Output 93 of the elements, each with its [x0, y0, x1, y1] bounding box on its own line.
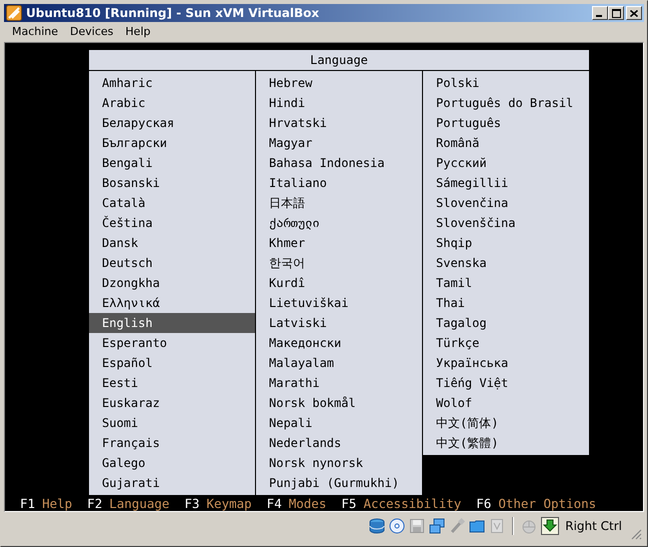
function-key: F1 [20, 496, 36, 511]
language-option[interactable]: Bahasa Indonesia [256, 153, 422, 173]
keyboard-capture-icon[interactable] [541, 517, 560, 535]
function-key: F4 [266, 496, 282, 511]
function-key: F5 [341, 496, 356, 511]
language-option[interactable]: Sámegillii [423, 173, 589, 193]
language-option[interactable]: Dzongkha [89, 273, 255, 293]
language-option[interactable]: Türkçe [423, 333, 589, 353]
language-option[interactable]: Hebrew [256, 73, 422, 93]
language-option[interactable]: Hrvatski [256, 113, 422, 133]
resize-grip-icon[interactable] [630, 528, 642, 540]
language-option[interactable]: Thai [423, 293, 589, 313]
language-option[interactable]: Українська [423, 353, 589, 373]
language-option[interactable]: Français [89, 433, 255, 453]
function-key: F2 [87, 496, 102, 511]
language-option[interactable]: English [89, 313, 255, 333]
language-option[interactable]: Norsk nynorsk [256, 453, 422, 473]
language-option[interactable]: Nederlands [256, 433, 422, 453]
language-option[interactable]: Wolof [423, 393, 589, 413]
language-option[interactable]: Amharic [89, 73, 255, 93]
host-key-label: Right Ctrl [565, 519, 622, 533]
language-option[interactable]: Nepali [256, 413, 422, 433]
dialog-title: Language [310, 53, 368, 67]
language-option[interactable]: Català [89, 193, 255, 213]
function-key-label[interactable]: Modes [288, 496, 326, 511]
language-option[interactable]: 中文(简体) [423, 413, 589, 433]
menu-item[interactable]: Help [119, 25, 156, 38]
window-title: Ubuntu810 [Running] - Sun xVM VirtualBox [26, 6, 320, 20]
maximize-button[interactable] [608, 6, 624, 20]
function-key-label[interactable]: Language [109, 496, 170, 511]
language-option[interactable]: Български [89, 133, 255, 153]
language-option[interactable]: Magyar [256, 133, 422, 153]
function-key-label[interactable]: Keymap [206, 496, 252, 511]
language-option[interactable]: Slovenščina [423, 213, 589, 233]
network-icon[interactable] [429, 518, 446, 534]
function-key-label[interactable]: Other Options [498, 496, 596, 511]
language-option[interactable]: Slovenčina [423, 193, 589, 213]
language-option[interactable]: Português [423, 113, 589, 133]
language-option[interactable]: Polski [423, 73, 589, 93]
language-option[interactable]: Português do Brasil [423, 93, 589, 113]
language-option[interactable]: Bengali [89, 153, 255, 173]
language-option[interactable]: Marathi [256, 373, 422, 393]
app-icon [6, 5, 22, 21]
language-option[interactable]: Čeština [89, 213, 255, 233]
language-option[interactable]: Punjabi (Gurmukhi) [256, 473, 422, 493]
function-key-label[interactable]: Accessibility [363, 496, 462, 511]
language-option[interactable]: Ελληνικά [89, 293, 255, 313]
language-option[interactable]: Deutsch [89, 253, 255, 273]
language-option[interactable]: Română [423, 133, 589, 153]
function-key-label[interactable]: Help [42, 496, 72, 511]
language-option[interactable]: Latviski [256, 313, 422, 333]
language-option[interactable]: Svenska [423, 253, 589, 273]
language-option[interactable]: Italiano [256, 173, 422, 193]
language-option[interactable]: Gujarati [89, 473, 255, 493]
language-option[interactable]: Khmer [256, 233, 422, 253]
language-option[interactable]: Tiếng Việt [423, 373, 589, 393]
language-option[interactable]: Shqip [423, 233, 589, 253]
menu-item[interactable]: Machine [6, 25, 64, 38]
disc-icon[interactable] [389, 518, 406, 534]
vm-screen[interactable] [4, 42, 644, 512]
maximize-icon [612, 8, 620, 18]
language-option[interactable]: Dansk [89, 233, 255, 253]
language-option[interactable]: Galego [89, 453, 255, 473]
function-key: F3 [184, 496, 200, 511]
language-option[interactable]: Lietuviškai [256, 293, 422, 313]
language-option[interactable]: Bosanski [89, 173, 255, 193]
language-option[interactable]: Malayalam [256, 353, 422, 373]
menu-item[interactable]: Devices [64, 25, 120, 38]
close-button[interactable] [626, 6, 642, 20]
language-option[interactable]: Беларуская [89, 113, 255, 133]
language-option[interactable]: Tamil [423, 273, 589, 293]
floppy-icon[interactable] [409, 518, 426, 534]
function-key: F6 [476, 496, 492, 511]
language-option[interactable]: Arabic [89, 93, 255, 113]
language-option[interactable]: Hindi [256, 93, 422, 113]
language-option[interactable]: Euskaraz [89, 393, 255, 413]
minimize-button[interactable] [592, 6, 608, 20]
close-icon [630, 10, 638, 16]
folder-icon[interactable] [469, 518, 486, 534]
language-option[interactable]: 中文(繁體) [423, 433, 589, 453]
language-option[interactable]: Русский [423, 153, 589, 173]
language-option[interactable]: 日本語 [256, 193, 422, 213]
language-option[interactable]: Kurdî [256, 273, 422, 293]
language-option[interactable]: ქართული [256, 213, 422, 233]
language-option[interactable]: 한국어 [256, 253, 422, 273]
language-option[interactable]: Suomi [89, 413, 255, 433]
language-option[interactable]: Esperanto [89, 333, 255, 353]
language-option[interactable]: Español [89, 353, 255, 373]
language-option[interactable]: Македонски [256, 333, 422, 353]
hard-disk-icon[interactable] [369, 518, 386, 534]
language-option[interactable]: Eesti [89, 373, 255, 393]
language-option[interactable]: Norsk bokmål [256, 393, 422, 413]
language-option[interactable]: Tagalog [423, 313, 589, 333]
